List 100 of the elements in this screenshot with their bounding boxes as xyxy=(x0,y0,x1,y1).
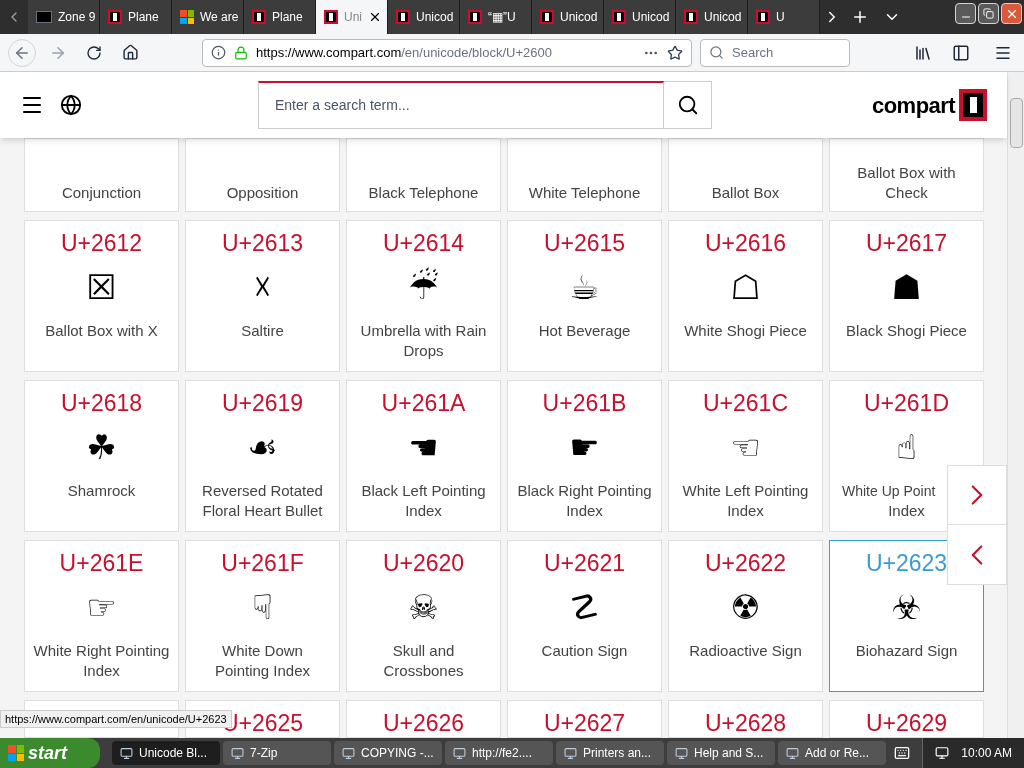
character-card[interactable]: White Telephone xyxy=(507,138,662,212)
character-card[interactable]: U+2618 ☘ Shamrock xyxy=(24,380,179,532)
code-point: U+2614 xyxy=(382,232,465,255)
character-glyph: ☗ xyxy=(891,267,922,307)
taskbar-item[interactable]: Help and S... xyxy=(667,741,775,765)
taskbar-item[interactable]: Unicode Bl... xyxy=(112,741,220,765)
character-glyph: ☡ xyxy=(569,587,600,627)
character-card[interactable]: Ballot Box xyxy=(668,138,823,212)
browser-tab[interactable]: U xyxy=(748,0,820,34)
keyboard-icon[interactable] xyxy=(894,745,911,761)
sidebar-icon[interactable] xyxy=(952,43,970,62)
bookmark-star-icon[interactable] xyxy=(667,44,683,61)
character-card[interactable]: Black Telephone xyxy=(346,138,501,212)
character-card[interactable]: U+2615 ☕ Hot Beverage xyxy=(507,220,662,372)
character-card[interactable]: U+261A ☚ Black Left Pointing Index xyxy=(346,380,501,532)
start-button[interactable]: start xyxy=(0,738,100,768)
character-glyph: ☟ xyxy=(252,587,273,627)
browser-search-field[interactable]: Search xyxy=(700,38,850,67)
taskbar-item-label: Printers an... xyxy=(583,745,652,762)
character-name: Radioactive Sign xyxy=(689,641,802,661)
home-icon xyxy=(121,44,139,61)
character-name: Index xyxy=(888,501,925,521)
compart-logo-icon xyxy=(324,10,338,24)
character-card[interactable]: U+2623 ☣ Biohazard Sign xyxy=(829,540,984,692)
character-card[interactable]: U+2628 xyxy=(668,700,823,738)
taskbar-item[interactable]: http://fe2.... xyxy=(445,741,553,765)
character-card[interactable]: U+2613 ☓ Saltire xyxy=(185,220,340,372)
window-icon xyxy=(564,746,577,760)
character-glyph: ☓ xyxy=(253,267,272,307)
browser-tab[interactable]: Unicod xyxy=(604,0,676,34)
character-name: Black Shogi Piece xyxy=(846,321,967,341)
character-card[interactable]: U+2622 ☢ Radioactive Sign xyxy=(668,540,823,692)
character-name: Shamrock xyxy=(67,481,136,501)
character-card[interactable]: Opposition xyxy=(185,138,340,212)
clock: 10:00 AM xyxy=(961,745,1012,762)
restore-button[interactable] xyxy=(978,3,999,24)
character-card[interactable]: U+2626 xyxy=(346,700,501,738)
search-button[interactable] xyxy=(664,81,712,129)
character-glyph: ☖ xyxy=(730,267,761,307)
search-input[interactable]: Search xyxy=(732,42,832,63)
taskbar-item-label: Unicode Bl... xyxy=(139,745,208,762)
character-card[interactable]: U+2629 xyxy=(829,700,984,738)
character-name: Ballot Box with Check xyxy=(856,163,957,203)
character-name: Black Telephone xyxy=(368,183,479,203)
compart-logo-icon xyxy=(252,10,266,24)
browser-tab[interactable]: “▦”U xyxy=(460,0,532,34)
window-icon xyxy=(675,746,688,760)
character-card[interactable]: U+261F ☟ White Down Pointing Index xyxy=(185,540,340,692)
character-card[interactable]: U+261E ☞ White Right Pointing Index xyxy=(24,540,179,692)
browser-tab[interactable]: Zone 9 xyxy=(28,0,100,34)
character-card[interactable]: Conjunction xyxy=(24,138,179,212)
character-glyph: ☠ xyxy=(408,587,439,627)
taskbar-item[interactable]: COPYING -... xyxy=(334,741,442,765)
taskbar-item[interactable]: Printers an... xyxy=(556,741,664,765)
character-card[interactable]: Ballot Box with Check xyxy=(829,138,984,212)
code-point: U+2629 xyxy=(865,712,948,735)
compart-logo-icon xyxy=(959,89,987,121)
character-card[interactable]: U+2614 ☔ Umbrella with Rain Drops xyxy=(346,220,501,372)
tab-title: Uni xyxy=(344,9,362,26)
browser-tab[interactable]: We are xyxy=(172,0,244,34)
browser-tab[interactable]: Unicod xyxy=(532,0,604,34)
taskbar-item-label: COPYING -... xyxy=(361,745,434,762)
restore-icon xyxy=(983,8,994,19)
compart-logo-icon xyxy=(540,10,554,24)
browser-tab[interactable]: Unicod xyxy=(388,0,460,34)
character-card[interactable]: U+2620 ☠ Skull and Crossbones xyxy=(346,540,501,692)
close-icon[interactable] xyxy=(368,10,382,24)
character-card[interactable]: U+2612 ☒ Ballot Box with X xyxy=(24,220,179,372)
browser-tab[interactable]: Unicod xyxy=(676,0,748,34)
code-point: U+2618 xyxy=(60,392,143,415)
close-button[interactable] xyxy=(1001,3,1022,24)
character-name: White Shogi Piece xyxy=(684,321,807,341)
taskbar-item-label: Help and S... xyxy=(694,745,764,762)
character-card[interactable]: U+261C ☜ White Left Pointing Index xyxy=(668,380,823,532)
windows-logo-icon xyxy=(8,745,24,761)
taskbar-item[interactable]: 7-Zip xyxy=(223,741,331,765)
character-card[interactable]: U+261B ☛ Black Right Pointing Index xyxy=(507,380,662,532)
globe-icon[interactable] xyxy=(60,94,82,116)
code-point: U+2615 xyxy=(543,232,626,255)
library-icon[interactable] xyxy=(914,43,932,62)
site-search-field[interactable]: Enter a search term... xyxy=(258,81,664,129)
character-card[interactable]: U+2621 ☡ Caution Sign xyxy=(507,540,662,692)
character-card[interactable]: U+2616 ☖ White Shogi Piece xyxy=(668,220,823,372)
compart-logo-icon xyxy=(468,10,482,24)
character-card[interactable]: U+2619 ☙ Reversed Rotated Floral Heart Bullet xyxy=(185,380,340,532)
info-icon[interactable] xyxy=(211,45,226,60)
minimize-button[interactable] xyxy=(955,3,976,24)
character-card[interactable]: U+2627 xyxy=(507,700,662,738)
browser-tab[interactable]: Plane xyxy=(100,0,172,34)
character-name: Ballot Box xyxy=(711,183,780,203)
character-name: Saltire xyxy=(241,321,284,341)
address-bar[interactable]: https://www.compart.com/en/unicode/block/U+2600 xyxy=(202,38,692,67)
character-card[interactable]: U+2617 ☗ Black Shogi Piece xyxy=(829,220,984,372)
browser-tab[interactable]: Plane xyxy=(244,0,316,34)
character-name: Biohazard Sign xyxy=(855,641,958,661)
code-point: U+2628 xyxy=(704,712,787,735)
code-point: U+2616 xyxy=(704,232,787,255)
character-name: Ballot Box with X xyxy=(45,321,158,341)
search-input[interactable]: Enter a search term... xyxy=(275,95,647,116)
taskbar-item[interactable]: Add or Re... xyxy=(778,741,886,765)
